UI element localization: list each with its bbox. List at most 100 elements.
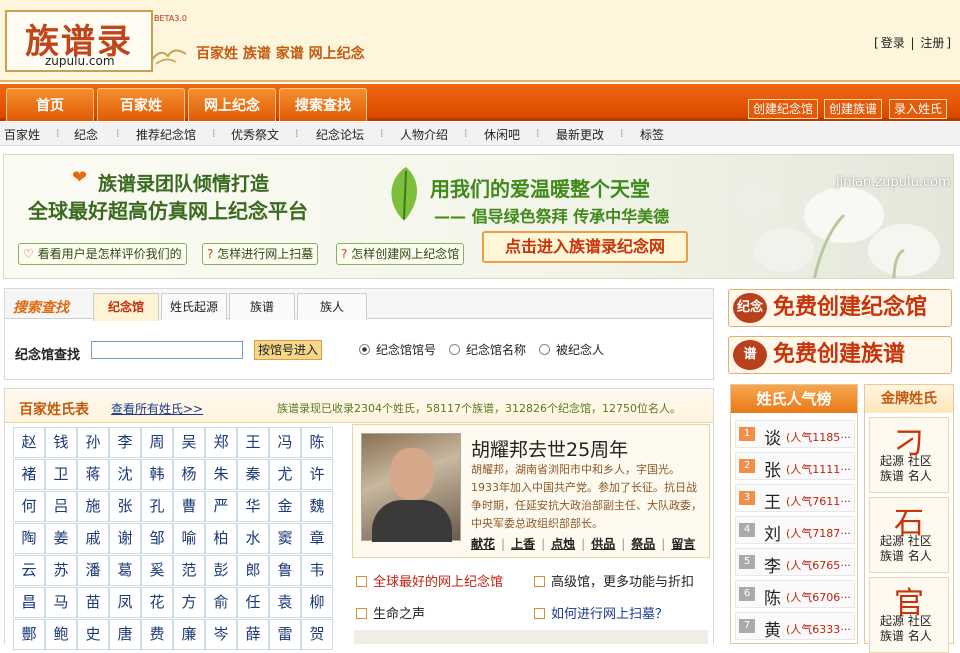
- radio-deceased-person[interactable]: 被纪念人: [539, 341, 604, 358]
- surname-cell[interactable]: 袁: [269, 587, 301, 618]
- free-create-memorial-banner[interactable]: 纪念 免费创建纪念馆: [728, 289, 952, 327]
- surname-cell[interactable]: 唐: [109, 619, 141, 650]
- gold-surname-links[interactable]: 起源 社区 族谱 名人: [880, 454, 944, 484]
- surname-cell[interactable]: 凤: [109, 587, 141, 618]
- subnav-item[interactable]: 百家姓: [4, 126, 40, 143]
- surname-cell[interactable]: 华: [237, 491, 269, 522]
- portrait-photo[interactable]: [361, 433, 461, 542]
- popular-surname-row[interactable]: 2 张 (人气1111···: [735, 452, 855, 481]
- surname-cell[interactable]: 昌: [13, 587, 45, 618]
- surname-cell[interactable]: 谢: [109, 523, 141, 554]
- light-candle-link[interactable]: 点烛: [551, 537, 575, 551]
- offer-flowers-link[interactable]: 献花: [471, 537, 495, 551]
- popular-surname-row[interactable]: 1 谈 (人气1185···: [735, 420, 855, 449]
- subnav-item[interactable]: 优秀祭文: [231, 126, 279, 143]
- radio-memorial-name[interactable]: 纪念馆名称: [449, 341, 526, 358]
- surname-cell[interactable]: 朱: [205, 459, 237, 490]
- surname-cell[interactable]: 喻: [173, 523, 205, 554]
- enter-by-id-button[interactable]: 按馆号进入: [254, 340, 322, 360]
- popular-surname-row[interactable]: 6 陈 (人气6706···: [735, 580, 855, 609]
- popular-surname-row[interactable]: 3 王 (人气7611···: [735, 484, 855, 513]
- surname-cell[interactable]: 花: [141, 587, 173, 618]
- surname-cell[interactable]: 柳: [301, 587, 333, 618]
- memorial-search-input[interactable]: [91, 341, 243, 359]
- surname-cell[interactable]: 杨: [173, 459, 205, 490]
- tab-surname-origin[interactable]: 姓氏起源: [161, 293, 227, 320]
- surname-cell[interactable]: 李: [109, 427, 141, 458]
- surname-cell[interactable]: 何: [13, 491, 45, 522]
- surname-cell[interactable]: 陈: [301, 427, 333, 458]
- surname-cell[interactable]: 鲍: [45, 619, 77, 650]
- tab-surnames[interactable]: 百家姓: [97, 88, 185, 121]
- surname-cell[interactable]: 雷: [269, 619, 301, 650]
- how-to-create-button[interactable]: ? 怎样创建网上纪念馆: [336, 243, 465, 265]
- gold-surname-card[interactable]: 刁起源 社区 族谱 名人: [869, 417, 949, 493]
- gold-surname-links[interactable]: 起源 社区 族谱 名人: [880, 614, 944, 644]
- promo-banner[interactable]: ❤ 族谱录团队倾情打造 全球最好超高仿真网上纪念平台 ♡ 看看用户是怎样评价我们…: [3, 154, 954, 279]
- surname-cell[interactable]: 卫: [45, 459, 77, 490]
- surname-cell[interactable]: 韩: [141, 459, 173, 490]
- tab-memorial[interactable]: 网上纪念: [188, 88, 276, 121]
- subnav-item[interactable]: 纪念: [74, 126, 98, 143]
- leave-message-link[interactable]: 留言: [671, 537, 695, 551]
- surname-cell[interactable]: 赵: [13, 427, 45, 458]
- surname-cell[interactable]: 薛: [237, 619, 269, 650]
- surname-cell[interactable]: 吴: [173, 427, 205, 458]
- surname-cell[interactable]: 姜: [45, 523, 77, 554]
- surname-cell[interactable]: 彭: [205, 555, 237, 586]
- tab-memorial-hall[interactable]: 纪念馆: [93, 293, 159, 321]
- news-link[interactable]: 生命之声: [356, 603, 425, 622]
- surname-cell[interactable]: 马: [45, 587, 77, 618]
- add-surname-button[interactable]: 录入姓氏: [889, 99, 948, 119]
- surname-cell[interactable]: 许: [301, 459, 333, 490]
- tab-home[interactable]: 首页: [6, 88, 94, 121]
- subnav-item[interactable]: 推荐纪念馆: [136, 126, 196, 143]
- surname-cell[interactable]: 潘: [77, 555, 109, 586]
- surname-cell[interactable]: 贺: [301, 619, 333, 650]
- gold-surname-links[interactable]: 起源 社区 族谱 名人: [880, 534, 944, 564]
- surname-cell[interactable]: 褚: [13, 459, 45, 490]
- surname-cell[interactable]: 周: [141, 427, 173, 458]
- sacrifice-link[interactable]: 祭品: [631, 537, 655, 551]
- tab-search[interactable]: 搜索查找: [279, 88, 367, 121]
- subnav-item[interactable]: 休闲吧: [484, 126, 520, 143]
- surname-cell[interactable]: 韦: [301, 555, 333, 586]
- surname-cell[interactable]: 史: [77, 619, 109, 650]
- surname-cell[interactable]: 曹: [173, 491, 205, 522]
- offerings-link[interactable]: 供品: [591, 537, 615, 551]
- surname-cell[interactable]: 费: [141, 619, 173, 650]
- surname-cell[interactable]: 王: [237, 427, 269, 458]
- tab-clan-members[interactable]: 族人: [297, 293, 367, 320]
- surname-cell[interactable]: 孙: [77, 427, 109, 458]
- featured-title[interactable]: 胡耀邦去世25周年: [471, 435, 628, 462]
- surname-cell[interactable]: 魏: [301, 491, 333, 522]
- surname-cell[interactable]: 尤: [269, 459, 301, 490]
- surname-cell[interactable]: 秦: [237, 459, 269, 490]
- surname-cell[interactable]: 范: [173, 555, 205, 586]
- subnav-item[interactable]: 纪念论坛: [316, 126, 364, 143]
- surname-cell[interactable]: 钱: [45, 427, 77, 458]
- surname-cell[interactable]: 岑: [205, 619, 237, 650]
- surname-cell[interactable]: 窦: [269, 523, 301, 554]
- surname-cell[interactable]: 邹: [141, 523, 173, 554]
- gold-surname-card[interactable]: 石起源 社区 族谱 名人: [869, 497, 949, 573]
- surname-cell[interactable]: 水: [237, 523, 269, 554]
- enter-memorial-site-button[interactable]: 点击进入族谱录纪念网: [482, 231, 688, 263]
- login-link[interactable]: 登录: [880, 36, 906, 50]
- radio-memorial-id[interactable]: 纪念馆馆号: [359, 341, 436, 358]
- popular-surname-row[interactable]: 5 李 (人气6765···: [735, 548, 855, 577]
- register-link[interactable]: 注册: [919, 36, 945, 50]
- surname-cell[interactable]: 苗: [77, 587, 109, 618]
- subnav-item[interactable]: 人物介绍: [400, 126, 448, 143]
- surname-cell[interactable]: 鲁: [269, 555, 301, 586]
- subnav-item[interactable]: 最新更改: [556, 126, 604, 143]
- surname-cell[interactable]: 施: [77, 491, 109, 522]
- news-link[interactable]: 如何进行网上扫墓？: [534, 603, 668, 622]
- surname-cell[interactable]: 俞: [205, 587, 237, 618]
- popular-surname-row[interactable]: 7 黄 (人气6333···: [735, 612, 855, 641]
- surname-cell[interactable]: 戚: [77, 523, 109, 554]
- create-memorial-button[interactable]: 创建纪念馆: [748, 99, 819, 119]
- surname-cell[interactable]: 方: [173, 587, 205, 618]
- surname-cell[interactable]: 酆: [13, 619, 45, 650]
- surname-cell[interactable]: 孔: [141, 491, 173, 522]
